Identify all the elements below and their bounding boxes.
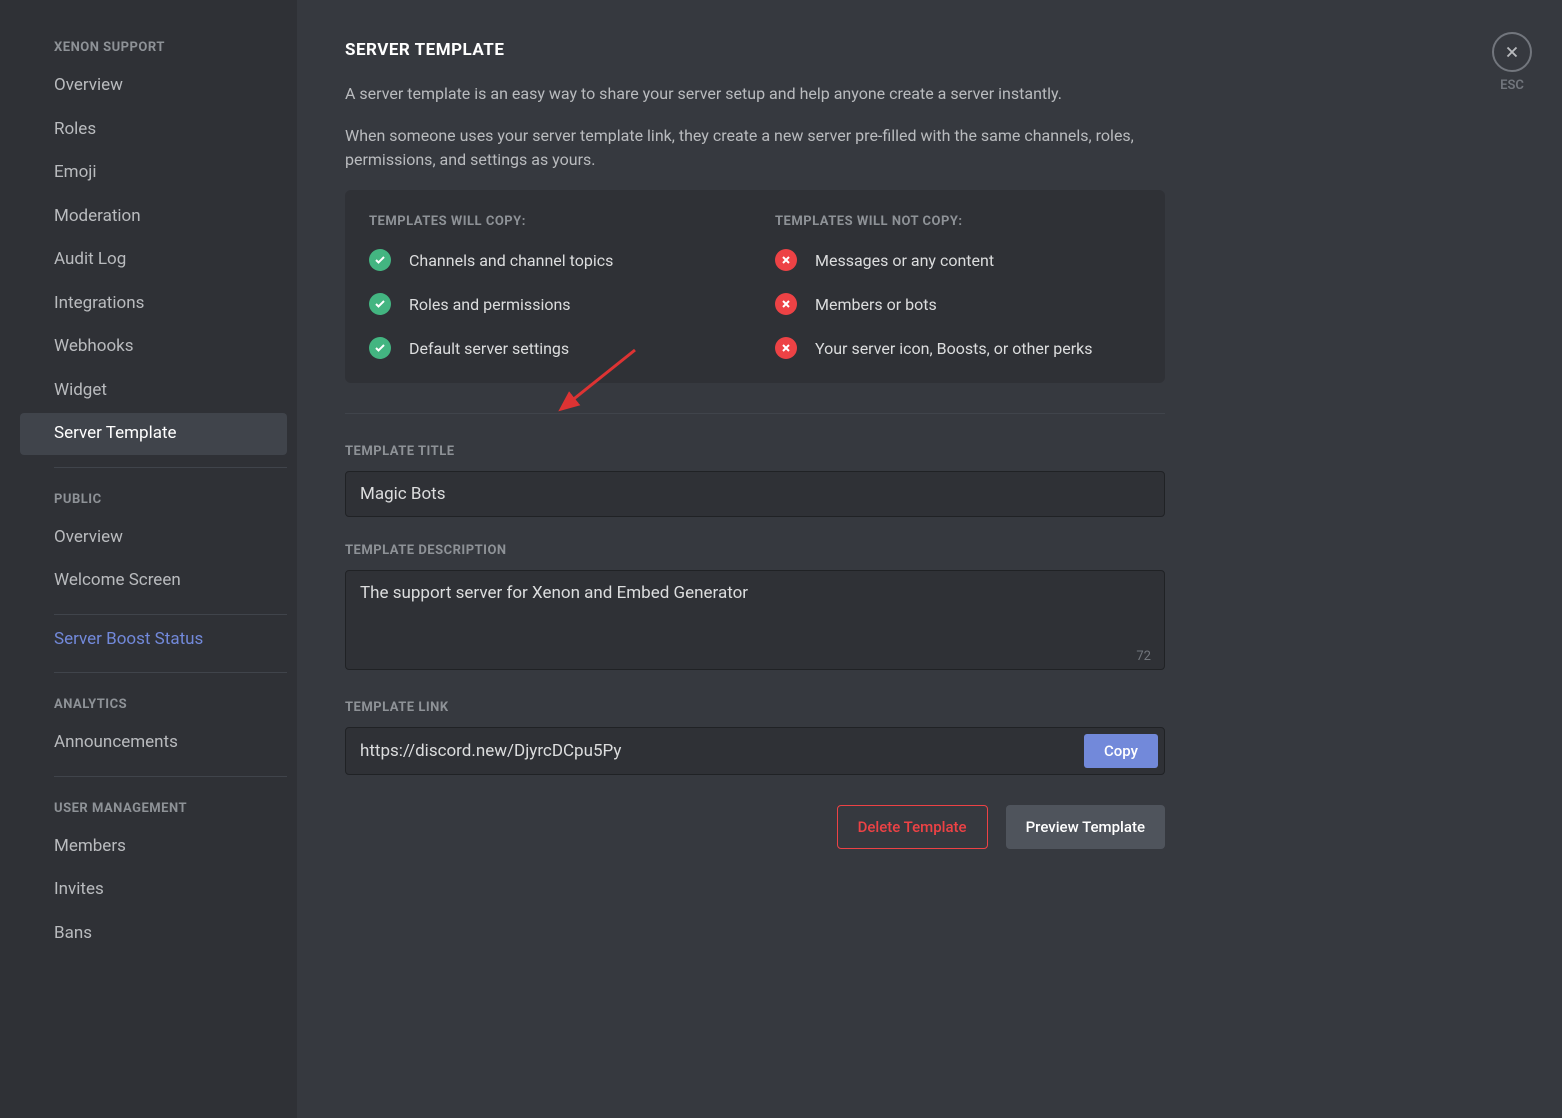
sidebar-divider (54, 614, 287, 615)
sidebar-item-roles[interactable]: Roles (20, 109, 287, 151)
sidebar-item-webhooks[interactable]: Webhooks (20, 326, 287, 368)
preview-template-button[interactable]: Preview Template (1006, 805, 1165, 849)
close-icon (1503, 43, 1521, 61)
info-header-copy: TEMPLATES WILL COPY: (369, 214, 735, 229)
check-icon (369, 293, 391, 315)
settings-sidebar: XENON SUPPORT Overview Roles Emoji Moder… (0, 0, 297, 1118)
page-description-2: When someone uses your server template l… (345, 124, 1165, 172)
sidebar-header-analytics: ANALYTICS (20, 677, 297, 720)
template-title-input[interactable] (345, 471, 1165, 517)
template-link-label: TEMPLATE LINK (345, 700, 1165, 715)
sidebar-item-moderation[interactable]: Moderation (20, 196, 287, 238)
template-info-box: TEMPLATES WILL COPY: Channels and channe… (345, 190, 1165, 383)
sidebar-item-server-template[interactable]: Server Template (20, 413, 287, 455)
sidebar-item-emoji[interactable]: Emoji (20, 152, 287, 194)
sidebar-item-announcements[interactable]: Announcements (20, 722, 287, 764)
info-text: Messages or any content (815, 251, 994, 270)
esc-label: ESC (1492, 78, 1532, 93)
info-text: Members or bots (815, 295, 937, 314)
info-row-copy: Roles and permissions (369, 293, 735, 315)
info-text: Roles and permissions (409, 295, 571, 314)
close-area: ESC (1492, 32, 1532, 93)
template-link-row: Copy (345, 727, 1165, 775)
info-col-copy: TEMPLATES WILL COPY: Channels and channe… (369, 214, 735, 359)
button-row: Delete Template Preview Template (345, 805, 1165, 849)
cross-icon (775, 293, 797, 315)
sidebar-item-public-overview[interactable]: Overview (20, 517, 287, 559)
template-title-label: TEMPLATE TITLE (345, 444, 1165, 459)
sidebar-item-welcome-screen[interactable]: Welcome Screen (20, 560, 287, 602)
char-count: 72 (1136, 649, 1151, 664)
cross-icon (775, 249, 797, 271)
cross-icon (775, 337, 797, 359)
delete-template-button[interactable]: Delete Template (837, 805, 988, 849)
sidebar-item-integrations[interactable]: Integrations (20, 283, 287, 325)
info-row-nocopy: Your server icon, Boosts, or other perks (775, 337, 1141, 359)
sidebar-header-user-management: USER MANAGEMENT (20, 781, 297, 824)
template-link-input[interactable] (360, 741, 1084, 761)
template-description-label: TEMPLATE DESCRIPTION (345, 543, 1165, 558)
info-col-nocopy: TEMPLATES WILL NOT COPY: Messages or any… (775, 214, 1141, 359)
info-text: Default server settings (409, 339, 569, 358)
close-button[interactable] (1492, 32, 1532, 72)
info-header-nocopy: TEMPLATES WILL NOT COPY: (775, 214, 1141, 229)
sidebar-item-overview[interactable]: Overview (20, 65, 287, 107)
sidebar-header-public: PUBLIC (20, 472, 297, 515)
info-row-copy: Channels and channel topics (369, 249, 735, 271)
page-title: SERVER TEMPLATE (345, 40, 1165, 60)
sidebar-item-bans[interactable]: Bans (20, 913, 287, 955)
check-icon (369, 249, 391, 271)
sidebar-divider (54, 467, 287, 468)
sidebar-divider (54, 776, 287, 777)
copy-button[interactable]: Copy (1084, 734, 1158, 768)
info-row-nocopy: Members or bots (775, 293, 1141, 315)
info-text: Channels and channel topics (409, 251, 613, 270)
divider (345, 413, 1165, 414)
info-row-nocopy: Messages or any content (775, 249, 1141, 271)
sidebar-item-members[interactable]: Members (20, 826, 287, 868)
sidebar-header-xenon-support: XENON SUPPORT (20, 20, 297, 63)
sidebar-item-widget[interactable]: Widget (20, 370, 287, 412)
sidebar-item-boost-status[interactable]: Server Boost Status (20, 619, 287, 661)
sidebar-item-invites[interactable]: Invites (20, 869, 287, 911)
check-icon (369, 337, 391, 359)
sidebar-item-audit-log[interactable]: Audit Log (20, 239, 287, 281)
info-text: Your server icon, Boosts, or other perks (815, 339, 1093, 358)
sidebar-divider (54, 672, 287, 673)
template-description-input[interactable] (345, 570, 1165, 670)
page-description-1: A server template is an easy way to shar… (345, 82, 1165, 106)
main-content: ESC SERVER TEMPLATE A server template is… (297, 0, 1562, 1118)
info-row-copy: Default server settings (369, 337, 735, 359)
